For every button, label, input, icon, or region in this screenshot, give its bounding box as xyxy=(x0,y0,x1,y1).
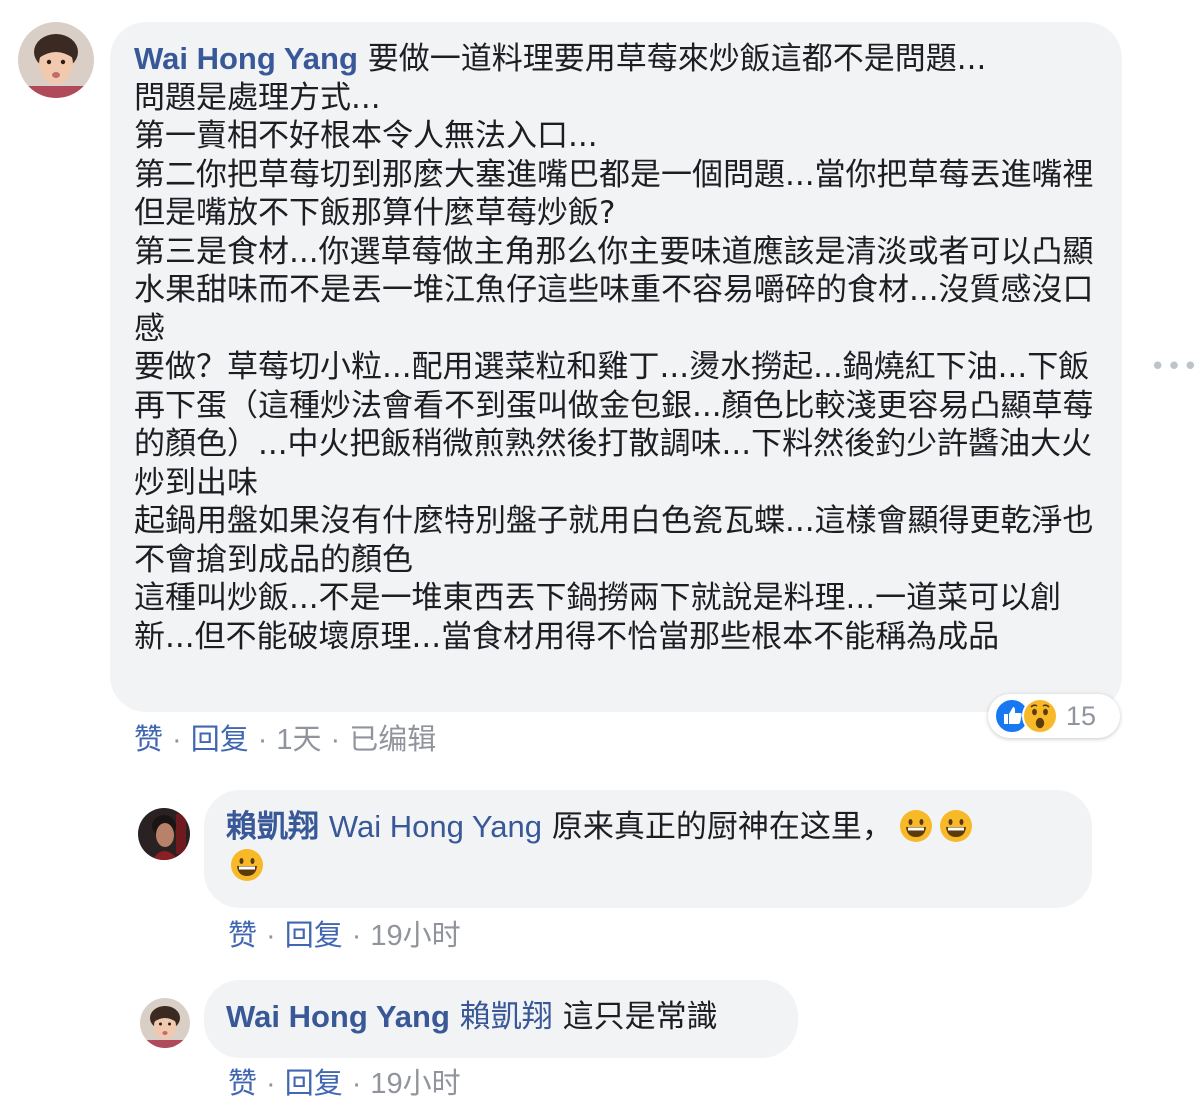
mention-tag[interactable]: Wai Hong Yang xyxy=(329,809,542,844)
separator-dot: · xyxy=(257,724,268,756)
separator-dot: · xyxy=(330,724,341,756)
like-button[interactable]: 赞 xyxy=(228,1068,257,1100)
separator-dot: · xyxy=(266,1068,276,1100)
wow-icon xyxy=(1022,698,1058,734)
like-button[interactable]: 赞 xyxy=(134,724,163,756)
reply-timestamp[interactable]: 19小时 xyxy=(370,1068,460,1100)
separator-dot: · xyxy=(351,1068,362,1100)
comment-actions: 赞 · 回复 · 1天 · 已编辑 xyxy=(134,716,436,758)
grinning-emoji xyxy=(899,810,932,842)
reactions-summary[interactable]: 15 xyxy=(988,694,1120,738)
reply-button[interactable]: 回复 xyxy=(285,920,343,952)
like-button[interactable]: 赞 xyxy=(228,920,257,952)
more-options-icon[interactable]: ••• xyxy=(1150,352,1199,382)
reply-text: 原来真正的厨神在这里， xyxy=(551,809,893,845)
reply-bubble-2: Wai Hong Yang 賴凱翔 這只是常識 xyxy=(204,980,798,1058)
reply-bubble-1: 賴凱翔 Wai Hong Yang 原来真正的厨神在这里， xyxy=(204,790,1092,908)
reply-author-name[interactable]: Wai Hong Yang xyxy=(226,999,450,1034)
comment-author-name[interactable]: Wai Hong Yang xyxy=(134,41,358,76)
reply-author-name[interactable]: 賴凱翔 xyxy=(226,809,319,844)
comment-bubble-main: Wai Hong Yang 要做一道料理要用草莓來炒飯這都不是問題... 問題是… xyxy=(110,22,1122,712)
comment-timestamp[interactable]: 1天 xyxy=(276,724,321,756)
separator-dot: · xyxy=(351,920,362,952)
comment-line: 第三是食材...你選草莓做主角那么你主要味道應該是清淡或者可以凸顯水果甜味而不是… xyxy=(134,233,1094,347)
comment-line: 第二你把草莓切到那麼大塞進嘴巴都是一個問題...當你把草莓丟進嘴裡但是嘴放不下飯… xyxy=(134,156,1094,232)
mention-tag[interactable]: 賴凱翔 xyxy=(460,999,553,1034)
avatar-wai-hong-yang[interactable] xyxy=(140,998,190,1048)
comment-line: 要做一道料理要用草莓來炒飯這都不是問題... xyxy=(367,41,987,77)
reply-text: 這只是常識 xyxy=(562,999,718,1035)
comment-body: Wai Hong Yang 要做一道料理要用草莓來炒飯這都不是問題... 問題是… xyxy=(134,40,1098,656)
reply-actions: 赞 · 回复 · 19小时 xyxy=(228,912,461,954)
avatar-lai-kai-xiang[interactable] xyxy=(138,808,190,860)
avatar-wai-hong-yang[interactable] xyxy=(18,22,94,98)
separator-dot: · xyxy=(172,724,182,756)
reply-button[interactable]: 回复 xyxy=(285,1068,343,1100)
reaction-count: 15 xyxy=(1066,700,1097,731)
reply-timestamp[interactable]: 19小时 xyxy=(370,920,460,952)
reply-button[interactable]: 回复 xyxy=(191,724,249,756)
separator-dot: · xyxy=(266,920,276,952)
grinning-emoji xyxy=(939,810,972,842)
comment-line: 要做？草莓切小粒...配用選菜粒和雞丁...燙水撈起...鍋燒紅下油...下飯再… xyxy=(134,349,1094,501)
comment-line: 問題是處理方式... xyxy=(134,79,381,116)
comment-line: 起鍋用盤如果沒有什麼特別盤子就用白色瓷瓦蝶...這樣會顯得更乾淨也不會搶到成品的… xyxy=(134,503,1094,578)
reply-body: 賴凱翔 Wai Hong Yang 原来真正的厨神在这里， xyxy=(226,808,1070,885)
reply-actions: 赞 · 回复 · 19小时 xyxy=(228,1060,461,1102)
edited-label[interactable]: 已编辑 xyxy=(349,724,436,756)
grinning-emoji xyxy=(231,848,263,881)
reply-body: Wai Hong Yang 賴凱翔 這只是常識 xyxy=(226,998,776,1037)
comment-line: 第一賣相不好根本令人無法入口... xyxy=(134,118,598,154)
comment-line: 這種叫炒飯...不是一堆東西丟下鍋撈兩下就說是料理...一道菜可以創新...但不… xyxy=(134,580,1062,655)
